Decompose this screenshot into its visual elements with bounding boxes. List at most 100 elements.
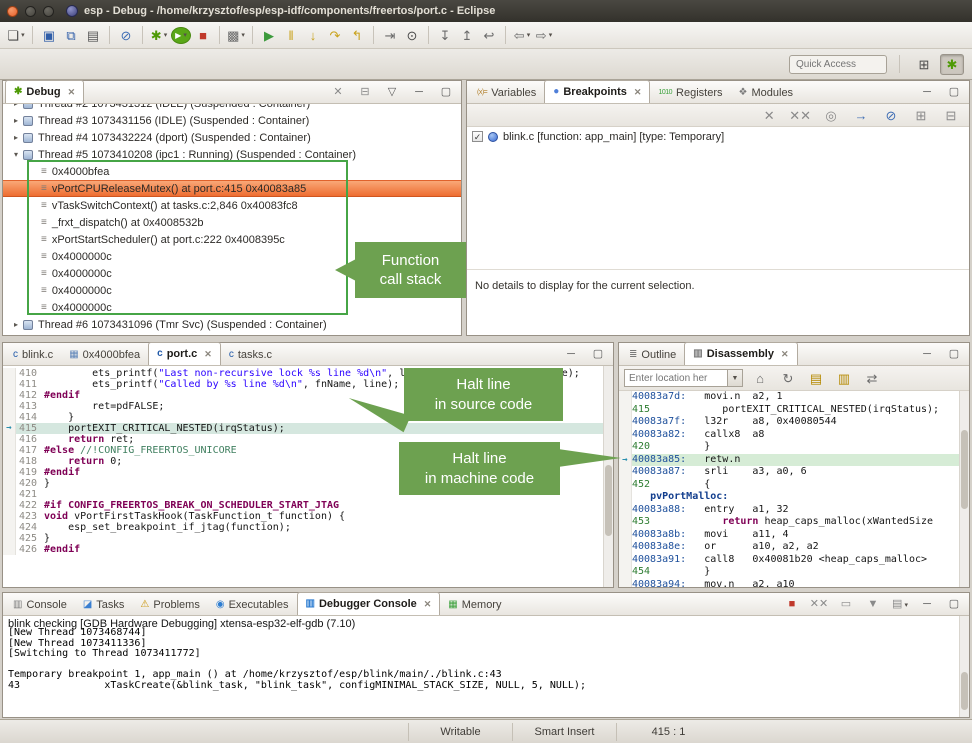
- tab-close-icon[interactable]: ✕: [204, 349, 212, 360]
- tab-registers[interactable]: 1010Registers: [650, 82, 730, 103]
- tab-console[interactable]: ▥Console: [5, 594, 75, 615]
- terminate-launch-button[interactable]: ■: [193, 24, 213, 46]
- thread-row[interactable]: ▸Thread #6 1073431096 (Tmr Svc) (Suspend…: [3, 316, 461, 333]
- remove-all-terminated-button[interactable]: ✕: [328, 85, 348, 100]
- maximize-button[interactable]: ▢: [944, 347, 964, 362]
- refresh-button[interactable]: ↻: [778, 367, 798, 389]
- tree-expander-icon[interactable]: ▸: [9, 320, 23, 329]
- sync-with-active-debug-context-button[interactable]: ⇄: [862, 367, 882, 389]
- maximize-button[interactable]: ▢: [588, 347, 608, 362]
- thread-row[interactable]: ▸Thread #2 1073431312 (IDLE) (Suspended …: [3, 104, 461, 112]
- next-annotation-button[interactable]: ↧: [435, 24, 455, 46]
- location-dropdown-icon[interactable]: ▼: [728, 369, 743, 387]
- thread-row[interactable]: ▸Thread #3 1073431156 (IDLE) (Suspended …: [3, 112, 461, 129]
- location-input[interactable]: [624, 369, 728, 387]
- tab-breakpoints[interactable]: ●Breakpoints✕: [544, 80, 650, 103]
- disassembly-body[interactable]: 40083a7d: movi.n a2, 1415 portEXIT_CRITI…: [619, 391, 959, 587]
- debug-button[interactable]: ✱▾: [149, 24, 169, 46]
- maximize-button[interactable]: ▢: [944, 85, 964, 100]
- tab-modules[interactable]: ❖Modules: [731, 82, 802, 103]
- breakpoint-checkbox[interactable]: ✓: [472, 131, 483, 142]
- last-edit-location-button[interactable]: ↩: [479, 24, 499, 46]
- window-minimize-button[interactable]: [25, 6, 36, 17]
- console-scrollbar-thumb[interactable]: [961, 672, 968, 710]
- tab-variables[interactable]: (x)=Variables: [469, 82, 544, 103]
- remove-all-terminated-button[interactable]: ✕✕: [809, 597, 829, 612]
- tab-close-icon[interactable]: ✕: [781, 349, 789, 360]
- tab-executables[interactable]: ◉Executables: [208, 594, 297, 615]
- editor-scrollbar[interactable]: [603, 366, 613, 587]
- go-to-file-for-breakpoint-button[interactable]: →: [851, 104, 871, 126]
- thread-row[interactable]: ▸Thread #4 1073432224 (dport) (Suspended…: [3, 129, 461, 146]
- display-selected-console-button[interactable]: ▼: [863, 597, 883, 612]
- step-into-button[interactable]: ↓: [303, 24, 323, 46]
- minimize-button[interactable]: ─: [917, 347, 937, 362]
- disassembly-scrollbar[interactable]: [959, 391, 969, 587]
- remove-all-breakpoints-button[interactable]: ✕✕: [789, 104, 811, 126]
- maximize-button[interactable]: ▢: [436, 85, 456, 100]
- tab-debug[interactable]: ✱Debug✕: [5, 80, 84, 103]
- external-tools-button[interactable]: ▩▾: [226, 24, 246, 46]
- skip-all-breakpoints-button[interactable]: ⊘: [116, 24, 136, 46]
- tab-disassembly[interactable]: ▥Disassembly✕: [684, 342, 797, 365]
- home-button[interactable]: ⌂: [750, 367, 770, 389]
- search-button[interactable]: ⊙: [402, 24, 422, 46]
- show-symbols-button[interactable]: ▥: [834, 367, 854, 389]
- view-menu-button[interactable]: ▽: [382, 85, 402, 100]
- collapse-all-button[interactable]: ⊟: [941, 104, 961, 126]
- tab-tasks-c[interactable]: ctasks.c: [221, 344, 280, 365]
- previous-annotation-button[interactable]: ↥: [457, 24, 477, 46]
- terminate-button[interactable]: ■: [782, 597, 802, 612]
- step-return-button[interactable]: ↰: [347, 24, 367, 46]
- remove-selected-breakpoints-button[interactable]: ✕: [759, 104, 779, 126]
- tree-expander-icon[interactable]: ▸: [9, 116, 23, 125]
- instruction-stepping-mode-button[interactable]: ⇥: [380, 24, 400, 46]
- tab-tasks[interactable]: ◪Tasks: [75, 594, 133, 615]
- skip-all-breakpoints-button[interactable]: ⊘: [881, 104, 901, 126]
- print-button[interactable]: ▤: [83, 24, 103, 46]
- open-console-button[interactable]: ▤▾: [890, 597, 910, 612]
- save-all-button[interactable]: ⧉: [61, 24, 81, 46]
- tab-close-icon[interactable]: ✕: [68, 87, 76, 98]
- resume-button[interactable]: ▶: [259, 24, 279, 46]
- window-maximize-button[interactable]: [43, 6, 54, 17]
- editor-scrollbar-thumb[interactable]: [605, 465, 612, 536]
- window-close-button[interactable]: [7, 6, 18, 17]
- tab-port-c[interactable]: cport.c✕: [148, 342, 221, 365]
- show-breakpoints-for-selection-button[interactable]: ◎: [821, 104, 841, 126]
- tab-blink-c[interactable]: cblink.c: [5, 344, 61, 365]
- collapse-all-button[interactable]: ⊟: [355, 85, 375, 100]
- console-output[interactable]: blink checking [GDB Hardware Debugging] …: [3, 616, 959, 717]
- new-wizard-button[interactable]: ❏▾: [6, 24, 26, 46]
- forward-button[interactable]: ⇨▾: [534, 24, 554, 46]
- console-scrollbar[interactable]: [959, 616, 969, 717]
- tab-memory[interactable]: ▦Memory: [440, 594, 509, 615]
- breakpoint-row[interactable]: ✓ blink.c [function: app_main] [type: Te…: [467, 127, 969, 146]
- back-button[interactable]: ⇦▾: [512, 24, 532, 46]
- disassembly-scrollbar-thumb[interactable]: [961, 430, 968, 508]
- show-source-button[interactable]: ▤: [806, 367, 826, 389]
- tree-expander-icon[interactable]: ▸: [9, 133, 23, 142]
- save-button[interactable]: ▣: [39, 24, 59, 46]
- quick-access-input[interactable]: [789, 55, 887, 74]
- minimize-button[interactable]: ─: [917, 597, 937, 612]
- run-button[interactable]: ▶▾: [171, 27, 191, 44]
- tab-problems[interactable]: ⚠Problems: [132, 594, 207, 615]
- debug-perspective-button[interactable]: ✱: [940, 54, 964, 75]
- tab-close-icon[interactable]: ✕: [634, 87, 642, 98]
- tree-expander-icon[interactable]: ▸: [9, 104, 23, 108]
- minimize-button[interactable]: ─: [561, 347, 581, 362]
- minimize-button[interactable]: ─: [409, 85, 429, 100]
- open-perspective-button[interactable]: ⊞: [912, 54, 936, 75]
- tree-expander-icon[interactable]: ▾: [9, 150, 23, 159]
- clear-console-button[interactable]: ▭: [836, 597, 856, 612]
- maximize-button[interactable]: ▢: [944, 597, 964, 612]
- tab-0x4000bfea[interactable]: ▦0x4000bfea: [61, 344, 148, 365]
- minimize-button[interactable]: ─: [917, 85, 937, 100]
- tab-close-icon[interactable]: ✕: [424, 599, 432, 610]
- suspend-button[interactable]: ‖: [281, 24, 301, 46]
- tab-outline[interactable]: ≣Outline: [621, 344, 684, 365]
- step-over-button[interactable]: ↷: [325, 24, 345, 46]
- expand-all-button[interactable]: ⊞: [911, 104, 931, 126]
- tab-debugger-console[interactable]: ▥Debugger Console✕: [297, 592, 441, 615]
